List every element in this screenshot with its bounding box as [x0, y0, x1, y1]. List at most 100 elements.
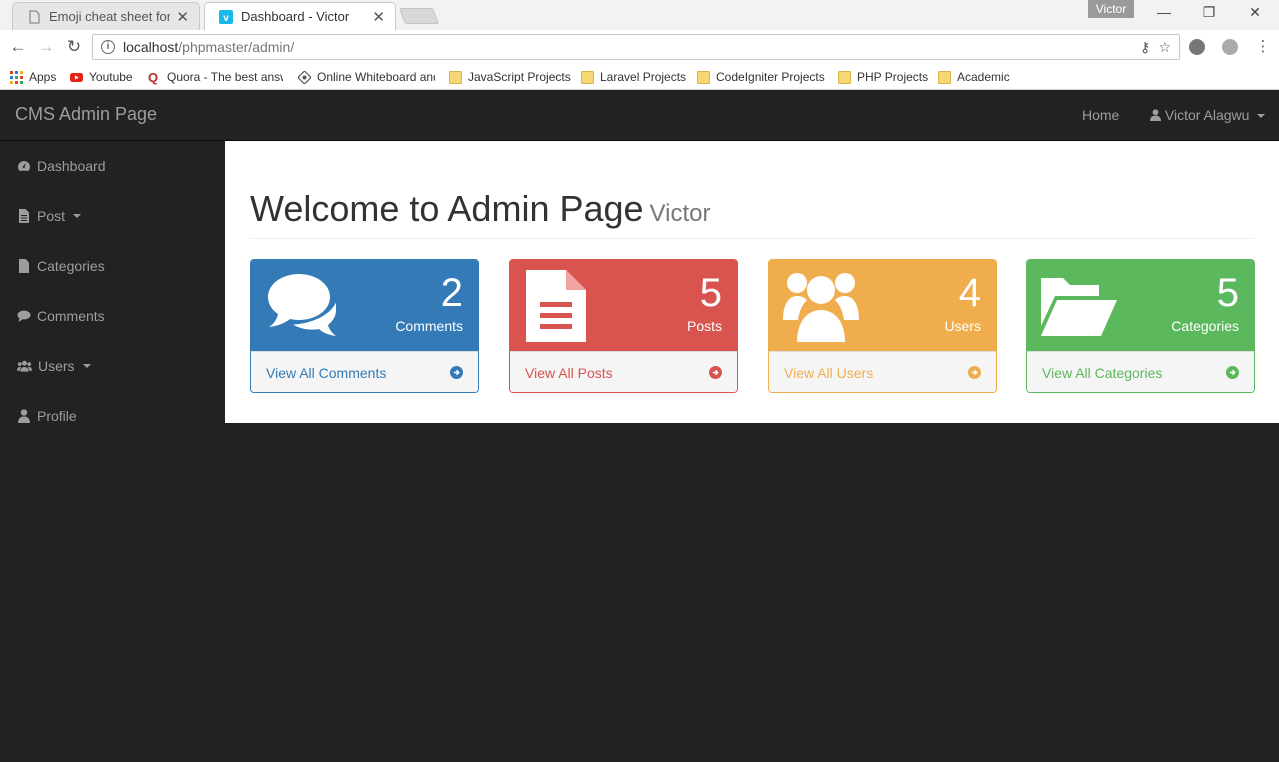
panel-heading: 5 Categories — [1027, 260, 1254, 351]
vimeo-icon: v — [219, 9, 233, 24]
close-tab-icon[interactable]: ✕ — [176, 8, 189, 26]
users-icon — [783, 273, 859, 342]
comments-icon — [268, 274, 336, 336]
bookmark-label: PHP Projects — [857, 70, 929, 84]
extension-icon[interactable] — [1222, 39, 1238, 55]
folder-open-icon — [1041, 278, 1117, 336]
posts-panel: 5 Posts View All Posts — [509, 259, 738, 393]
brand-link[interactable]: CMS Admin Page — [15, 104, 157, 125]
url-text[interactable]: localhost/phpmaster/admin/ — [123, 39, 1140, 55]
users-icon — [17, 360, 32, 372]
sidebar-item-categories[interactable]: Categories — [0, 241, 225, 291]
bookmark-whiteboard[interactable]: Online Whiteboard and — [298, 68, 435, 86]
sidebar-item-label: Profile — [37, 408, 77, 424]
bookmark-apps[interactable]: Apps — [10, 68, 56, 86]
apps-grid-icon — [10, 70, 23, 84]
caret-down-icon — [82, 364, 91, 368]
comments-label: Comments — [395, 318, 463, 334]
info-icon[interactable]: i — [101, 40, 115, 54]
home-link[interactable]: Home — [1082, 107, 1119, 123]
folder-icon — [838, 70, 851, 84]
page-subtitle: Victor — [649, 200, 711, 227]
profile-chip[interactable]: Victor — [1088, 0, 1134, 18]
new-tab-button[interactable] — [399, 8, 439, 24]
dashboard-icon — [18, 161, 30, 171]
bookmark-label: Online Whiteboard and — [317, 70, 435, 84]
categories-panel: 5 Categories View All Categories — [1026, 259, 1255, 393]
bookmark-folder-laravel[interactable]: Laravel Projects — [581, 68, 686, 86]
bookmark-label: Academic — [957, 70, 1010, 84]
bookmark-folder-academic[interactable]: Academic — [938, 68, 1010, 86]
menu-icon[interactable]: ⋮ — [1253, 37, 1273, 57]
file-icon — [19, 209, 29, 223]
bookmark-label: Apps — [29, 70, 57, 84]
browser-tab-dashboard[interactable]: v Dashboard - Victor ✕ — [204, 2, 396, 30]
file-icon — [19, 259, 29, 273]
sidebar-item-label: Dashboard — [37, 158, 106, 174]
restore-icon[interactable]: ❐ — [1199, 4, 1219, 21]
bookmark-folder-codeigniter[interactable]: CodeIgniter Projects — [697, 68, 825, 86]
file-text-icon — [526, 270, 586, 342]
tab-title: Emoji cheat sheet for GitHub — [49, 9, 171, 24]
bookmark-label: CodeIgniter Projects — [716, 70, 825, 84]
comment-icon — [17, 310, 31, 322]
sidebar-item-dashboard[interactable]: Dashboard — [0, 141, 225, 191]
view-all-users-link[interactable]: View All Users — [769, 351, 996, 392]
bookmark-label: Youtube — [89, 70, 133, 84]
view-all-categories-link[interactable]: View All Categories — [1027, 351, 1254, 392]
user-icon — [1150, 109, 1161, 121]
bookmark-label: JavaScript Projects — [468, 70, 571, 84]
page-icon — [29, 10, 40, 23]
bookmark-youtube[interactable]: Youtube — [70, 68, 133, 86]
url-host: localhost — [123, 39, 179, 55]
user-dropdown[interactable]: Victor Alagwu — [1150, 107, 1266, 123]
close-tab-icon[interactable]: ✕ — [372, 8, 385, 26]
bookmark-quora[interactable]: Q Quora - The best answer — [148, 68, 283, 86]
panel-footer-label: View All Comments — [266, 364, 387, 381]
arrow-circle-right-icon — [709, 366, 722, 379]
sidebar-item-users[interactable]: Users — [0, 341, 225, 391]
comments-count: 2 — [440, 271, 463, 315]
back-icon[interactable]: ← — [8, 37, 28, 57]
panel-footer-label: View All Categories — [1042, 364, 1163, 381]
sidebar-item-label: Categories — [37, 258, 105, 274]
sidebar-item-label: Users — [38, 358, 75, 374]
arrow-circle-right-icon — [1226, 366, 1239, 379]
folder-icon — [449, 70, 462, 84]
arrow-circle-right-icon — [450, 366, 463, 379]
key-icon[interactable]: ⚷ — [1140, 39, 1150, 56]
bookmark-folder-javascript[interactable]: JavaScript Projects — [449, 68, 571, 86]
minimize-icon[interactable]: — — [1154, 4, 1174, 20]
arrow-circle-right-icon — [968, 366, 981, 379]
posts-label: Posts — [686, 318, 722, 334]
users-panel: 4 Users View All Users — [768, 259, 997, 393]
quora-icon: Q — [148, 69, 159, 85]
extension-icon[interactable] — [1189, 39, 1205, 55]
address-bar[interactable]: i localhost/phpmaster/admin/ ⚷ ☆ — [92, 34, 1180, 60]
view-all-posts-link[interactable]: View All Posts — [510, 351, 737, 392]
panel-heading: 2 Comments — [251, 260, 478, 351]
sidebar-item-profile[interactable]: Profile — [0, 391, 225, 441]
tab-strip: Emoji cheat sheet for GitHub ✕ v Dashboa… — [0, 0, 1279, 30]
browser-toolbar: ← → ↻ i localhost/phpmaster/admin/ ⚷ ☆ ⋮ — [0, 30, 1279, 64]
sidebar-item-label: Comments — [37, 308, 105, 324]
view-all-comments-link[interactable]: View All Comments — [251, 351, 478, 392]
star-icon[interactable]: ☆ — [1158, 39, 1171, 56]
bookmark-folder-php[interactable]: PHP Projects — [838, 68, 928, 86]
youtube-icon — [70, 72, 83, 82]
users-count: 4 — [958, 271, 981, 315]
categories-count: 5 — [1216, 271, 1239, 315]
page-title: Welcome to Admin Page Victor — [250, 186, 1254, 237]
browser-tab-emoji[interactable]: Emoji cheat sheet for GitHub ✕ — [12, 2, 200, 30]
admin-navbar: CMS Admin Page Home Victor Alagwu — [0, 90, 1279, 141]
sidebar-item-label: Post — [37, 208, 66, 224]
sidebar-item-post[interactable]: Post — [0, 191, 225, 241]
bookmark-label: Quora - The best answer — [167, 70, 283, 84]
close-window-icon[interactable]: ✕ — [1245, 4, 1265, 21]
forward-icon[interactable]: → — [36, 37, 56, 57]
main-content: Welcome to Admin Page Victor 2 Comments V… — [225, 141, 1279, 423]
sidebar-item-comments[interactable]: Comments — [0, 291, 225, 341]
panel-footer-label: View All Posts — [525, 364, 613, 381]
tab-title: Dashboard - Victor — [241, 9, 350, 24]
reload-icon[interactable]: ↻ — [64, 37, 84, 57]
